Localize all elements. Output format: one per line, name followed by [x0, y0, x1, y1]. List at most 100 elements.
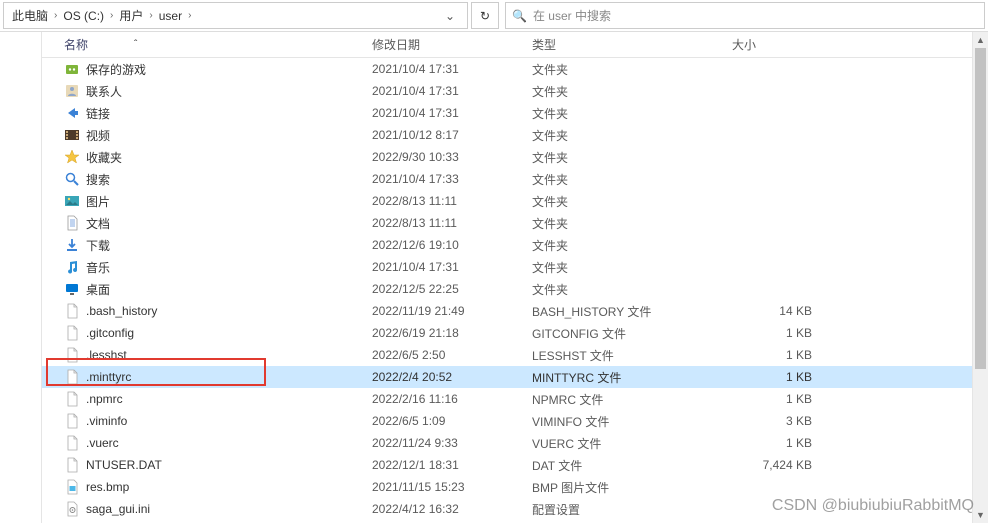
file-row[interactable]: .viminfo2022/6/5 1:09VIMINFO 文件3 KB: [42, 410, 988, 432]
file-type-cell: 文件夹: [532, 281, 732, 298]
column-date[interactable]: 修改日期: [372, 36, 532, 53]
file-row[interactable]: 视频2021/10/12 8:17文件夹: [42, 124, 988, 146]
file-row[interactable]: .minttyrc2022/2/4 20:52MINTTYRC 文件1 KB: [42, 366, 988, 388]
file-name-cell: 收藏夹: [42, 149, 372, 166]
file-date-cell: 2021/10/4 17:31: [372, 260, 532, 274]
scrollbar-down-arrow-icon[interactable]: ▼: [973, 507, 988, 523]
column-name[interactable]: 名称 ˆ: [42, 36, 372, 53]
file-type-cell: 配置设置: [532, 501, 732, 518]
file-name-cell: .lesshst: [42, 347, 372, 363]
column-date-label: 修改日期: [372, 36, 420, 53]
vertical-scrollbar[interactable]: ▲ ▼: [972, 32, 988, 523]
file-icon: [64, 347, 80, 363]
file-size-cell: 14 KB: [732, 304, 822, 318]
file-type-cell: GITCONFIG 文件: [532, 325, 732, 342]
file-size-cell: 1 KB: [732, 348, 822, 362]
file-size-cell: 7,424 KB: [732, 458, 822, 472]
file-name-label: NTUSER.DAT: [86, 458, 162, 472]
file-name-label: 保存的游戏: [86, 61, 146, 78]
file-name-cell: .vuerc: [42, 435, 372, 451]
breadcrumb-item[interactable]: user: [155, 9, 186, 23]
column-type[interactable]: 类型: [532, 36, 732, 53]
file-name-label: 桌面: [86, 281, 110, 298]
file-date-cell: 2022/11/19 21:49: [372, 304, 532, 318]
file-name-cell: .viminfo: [42, 413, 372, 429]
file-name-label: .lesshst: [86, 348, 127, 362]
scrollbar-track[interactable]: [973, 48, 988, 507]
file-date-cell: 2022/12/5 22:25: [372, 282, 532, 296]
bmp-icon: [64, 479, 80, 495]
file-row[interactable]: .lesshst2022/6/5 2:50LESSHST 文件1 KB: [42, 344, 988, 366]
file-name-cell: 文档: [42, 215, 372, 232]
column-size-label: 大小: [732, 36, 756, 53]
file-row[interactable]: .vuerc2022/11/24 9:33VUERC 文件1 KB: [42, 432, 988, 454]
address-dropdown-icon[interactable]: ⌄: [437, 9, 463, 23]
chevron-right-icon[interactable]: ›: [108, 10, 115, 21]
file-row[interactable]: 链接2021/10/4 17:31文件夹: [42, 102, 988, 124]
breadcrumb-item[interactable]: 此电脑: [8, 7, 52, 24]
file-date-cell: 2022/8/13 11:11: [372, 194, 532, 208]
file-type-cell: NPMRC 文件: [532, 391, 732, 408]
refresh-button[interactable]: ↻: [471, 2, 499, 29]
file-type-cell: 文件夹: [532, 83, 732, 100]
file-row[interactable]: NTUSER.DAT2022/12/1 18:31DAT 文件7,424 KB: [42, 454, 988, 476]
links-icon: [64, 105, 80, 121]
file-row[interactable]: 下载2022/12/6 19:10文件夹: [42, 234, 988, 256]
chevron-right-icon[interactable]: ›: [186, 10, 193, 21]
file-rows: 保存的游戏2021/10/4 17:31文件夹联系人2021/10/4 17:3…: [42, 58, 988, 520]
file-row[interactable]: 收藏夹2022/9/30 10:33文件夹: [42, 146, 988, 168]
file-date-cell: 2022/8/13 11:11: [372, 216, 532, 230]
file-row[interactable]: 音乐 2021/10/4 17:31文件夹: [42, 256, 988, 278]
file-name-label: saga_gui.ini: [86, 502, 150, 516]
scrollbar-thumb[interactable]: [975, 48, 986, 369]
file-name-label: 链接: [86, 105, 110, 122]
search-placeholder: 在 user 中搜索: [533, 7, 611, 24]
file-row[interactable]: saga_gui.ini 2022/4/12 16:32配置设置: [42, 498, 988, 520]
file-row[interactable]: .npmrc2022/2/16 11:16NPMRC 文件1 KB: [42, 388, 988, 410]
file-size-cell: 1 KB: [732, 370, 822, 384]
file-date-cell: 2022/12/1 18:31: [372, 458, 532, 472]
file-icon: [64, 413, 80, 429]
file-type-cell: 文件夹: [532, 149, 732, 166]
file-date-cell: 2022/4/12 16:32: [372, 502, 532, 516]
search-input[interactable]: 🔍 在 user 中搜索: [505, 2, 985, 29]
file-name-label: 搜索: [86, 171, 110, 188]
breadcrumb: 此电脑›OS (C:)›用户›user›: [8, 7, 437, 24]
file-type-cell: 文件夹: [532, 259, 732, 276]
search-icon: 🔍: [512, 9, 527, 23]
file-row[interactable]: 联系人2021/10/4 17:31文件夹: [42, 80, 988, 102]
folder-tree-pane[interactable]: [0, 32, 42, 523]
file-name-cell: .minttyrc: [42, 369, 372, 385]
file-date-cell: 2022/6/5 2:50: [372, 348, 532, 362]
file-row[interactable]: res.bmp2021/11/15 15:23BMP 图片文件: [42, 476, 988, 498]
file-row[interactable]: .bash_history2022/11/19 21:49BASH_HISTOR…: [42, 300, 988, 322]
file-name-label: 视频: [86, 127, 110, 144]
column-size[interactable]: 大小: [732, 36, 822, 53]
file-row[interactable]: 图片2022/8/13 11:11文件夹: [42, 190, 988, 212]
scrollbar-up-arrow-icon[interactable]: ▲: [973, 32, 988, 48]
file-row[interactable]: 搜索2021/10/4 17:33文件夹: [42, 168, 988, 190]
chevron-right-icon[interactable]: ›: [52, 10, 59, 21]
file-name-label: 音乐: [86, 259, 110, 276]
documents-icon: [64, 215, 80, 231]
file-name-cell: 链接: [42, 105, 372, 122]
address-bar[interactable]: 此电脑›OS (C:)›用户›user› ⌄: [3, 2, 468, 29]
pictures-icon: [64, 193, 80, 209]
file-name-label: .vuerc: [86, 436, 119, 450]
sort-arrow-icon: ˆ: [134, 39, 137, 50]
breadcrumb-item[interactable]: 用户: [115, 7, 147, 24]
file-date-cell: 2022/6/19 21:18: [372, 326, 532, 340]
file-row[interactable]: 桌面 2022/12/5 22:25文件夹: [42, 278, 988, 300]
file-row[interactable]: .gitconfig2022/6/19 21:18GITCONFIG 文件1 K…: [42, 322, 988, 344]
file-type-cell: VUERC 文件: [532, 435, 732, 452]
file-type-cell: 文件夹: [532, 127, 732, 144]
file-name-cell: saga_gui.ini: [42, 501, 372, 517]
chevron-right-icon[interactable]: ›: [147, 10, 154, 21]
file-row[interactable]: 文档2022/8/13 11:11文件夹: [42, 212, 988, 234]
content-area: 名称 ˆ 修改日期 类型 大小 保存的游戏2021/10/4 17:31文件夹联…: [0, 32, 988, 523]
toolbar: 此电脑›OS (C:)›用户›user› ⌄ ↻ 🔍 在 user 中搜索: [0, 0, 988, 32]
breadcrumb-item[interactable]: OS (C:): [59, 9, 108, 23]
file-row[interactable]: 保存的游戏2021/10/4 17:31文件夹: [42, 58, 988, 80]
file-date-cell: 2022/6/5 1:09: [372, 414, 532, 428]
file-type-cell: 文件夹: [532, 61, 732, 78]
